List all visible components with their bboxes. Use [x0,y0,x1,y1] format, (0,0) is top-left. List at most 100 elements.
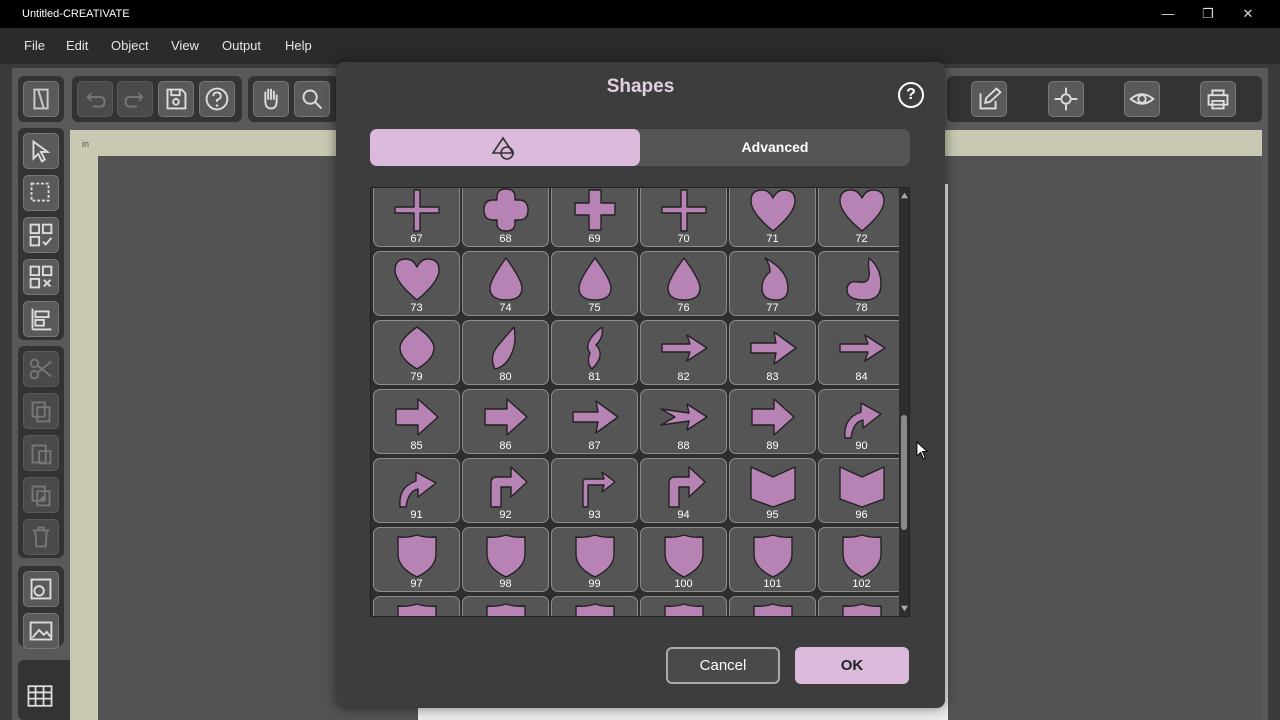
shape-cell-78[interactable]: 78 [818,251,905,316]
shape-cell-72[interactable]: 72 [818,188,905,247]
shape-cell-partial-41[interactable] [818,596,905,616]
shape-number: 83 [766,371,779,383]
copy-tool[interactable] [23,393,59,429]
shape-cell-92[interactable]: 92 [462,458,549,523]
shape-cell-101[interactable]: 101 [729,527,816,592]
edit-button[interactable] [971,81,1007,117]
shape-cell-89[interactable]: 89 [729,389,816,454]
shape-cell-81[interactable]: 81 [551,320,638,385]
align-icon [31,308,52,331]
scroll-up-icon[interactable] [900,191,909,200]
shape-cell-95[interactable]: 95 [729,458,816,523]
shape-cell-74[interactable]: 74 [462,251,549,316]
tab-basic-shapes[interactable] [370,129,640,166]
shapes-tool[interactable] [23,571,59,607]
shape-cell-85[interactable]: 85 [373,389,460,454]
window-title: Untitled-CREATIVATE [22,8,130,20]
shape-cell-80[interactable]: 80 [462,320,549,385]
marquee-select-tool[interactable] [23,175,59,211]
select-tool[interactable] [23,133,59,169]
shape-cell-67[interactable]: 67 [373,188,460,247]
shield-icon [575,534,615,578]
shape-cell-79[interactable]: 79 [373,320,460,385]
select-all-tool[interactable] [23,217,59,253]
shape-cell-87[interactable]: 87 [551,389,638,454]
zoom-button[interactable] [294,81,330,117]
shape-cell-71[interactable]: 71 [729,188,816,247]
scroll-down-icon[interactable] [900,604,909,613]
shape-number: 97 [410,578,423,590]
pan-button[interactable] [253,81,289,117]
menu-output[interactable]: Output [222,38,261,53]
shape-cell-102[interactable]: 102 [818,527,905,592]
align-tool[interactable] [23,301,59,337]
shape-number: 92 [499,509,512,521]
menu-edit[interactable]: Edit [66,38,88,53]
shape-cell-86[interactable]: 86 [462,389,549,454]
shape-cell-partial-36[interactable] [373,596,460,616]
menu-view[interactable]: View [171,38,199,53]
shape-cell-69[interactable]: 69 [551,188,638,247]
shape-cell-98[interactable]: 98 [462,527,549,592]
shape-cell-75[interactable]: 75 [551,251,638,316]
menu-object[interactable]: Object [111,38,149,53]
shape-cell-partial-39[interactable] [640,596,727,616]
cancel-button[interactable]: Cancel [666,647,780,684]
cut-settings-button[interactable] [1048,81,1084,117]
minimize-button[interactable]: — [1153,4,1183,24]
image-tool[interactable] [23,613,59,649]
paste-tool[interactable] [23,435,59,471]
shape-cell-90[interactable]: 90 [818,389,905,454]
delete-tool[interactable] [23,519,59,555]
shape-cell-96[interactable]: 96 [818,458,905,523]
deselect-tool[interactable] [23,259,59,295]
shape-cell-partial-40[interactable] [729,596,816,616]
save-button[interactable] [158,81,194,117]
shape-cell-91[interactable]: 91 [373,458,460,523]
edit-icon [979,87,1002,110]
menu-help[interactable]: Help [285,38,312,53]
shape-cell-97[interactable]: 97 [373,527,460,592]
shape-cell-70[interactable]: 70 [640,188,727,247]
shape-cell-partial-38[interactable] [551,596,638,616]
preview-button[interactable] [1124,81,1160,117]
duplicate-tool[interactable] [23,477,59,513]
shape-cell-73[interactable]: 73 [373,251,460,316]
scrollbar-thumb[interactable] [901,415,907,530]
close-button[interactable]: ✕ [1233,4,1263,24]
menu-bar: File Edit Object View Output Help [0,28,1280,64]
shape-cell-84[interactable]: 84 [818,320,905,385]
shape-cell-94[interactable]: 94 [640,458,727,523]
new-project-button[interactable] [23,81,59,117]
shield-icon [664,534,704,578]
ok-button[interactable]: OK [795,647,909,684]
shield-icon [842,534,882,578]
grid-scrollbar[interactable] [899,188,909,616]
arrow-icon [750,331,797,365]
shape-number: 67 [410,233,423,245]
cut-tool[interactable] [23,351,59,387]
shape-cell-93[interactable]: 93 [551,458,638,523]
ruler-vertical [70,156,98,720]
redo-button[interactable] [117,81,153,117]
shape-cell-partial-37[interactable] [462,596,549,616]
help-button[interactable] [199,81,235,117]
shape-number: 80 [499,371,512,383]
shape-cell-82[interactable]: 82 [640,320,727,385]
notched-arrow-icon [660,403,708,431]
shape-cell-100[interactable]: 100 [640,527,727,592]
shape-cell-76[interactable]: 76 [640,251,727,316]
menu-file[interactable]: File [24,38,45,53]
tab-advanced[interactable]: Advanced [640,129,910,166]
print-button[interactable] [1200,81,1236,117]
shape-number: 90 [855,440,868,452]
shape-cell-83[interactable]: 83 [729,320,816,385]
undo-button[interactable] [77,81,113,117]
shape-cell-77[interactable]: 77 [729,251,816,316]
shape-cell-99[interactable]: 99 [551,527,638,592]
dialog-help-button[interactable]: ? [898,82,924,108]
maximize-button[interactable]: ❐ [1193,4,1223,24]
duplicate-icon [31,485,51,507]
shape-cell-88[interactable]: 88 [640,389,727,454]
shape-cell-68[interactable]: 68 [462,188,549,247]
